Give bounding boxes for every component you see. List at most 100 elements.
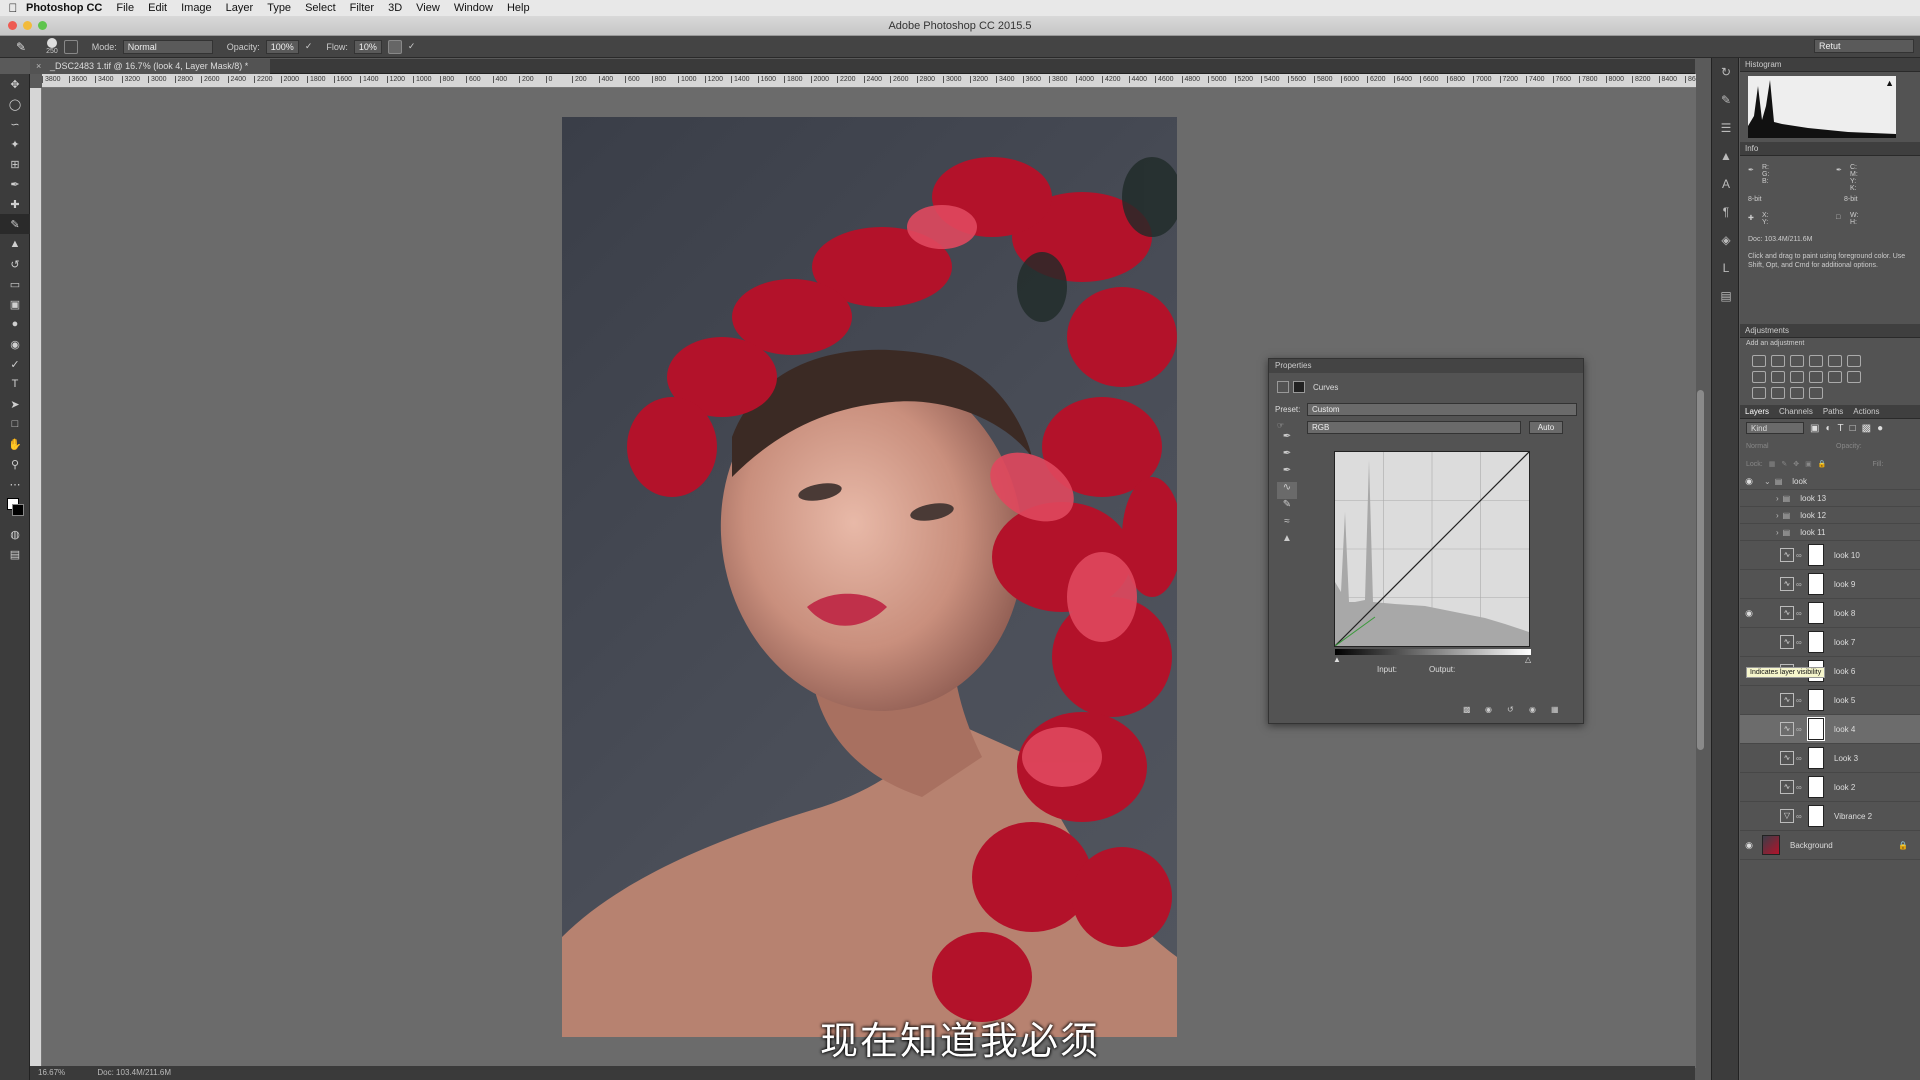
history-panel-icon[interactable]: ↻ xyxy=(1712,58,1740,86)
eraser-tool-icon[interactable]: ▭ xyxy=(0,274,30,294)
move-tool-icon[interactable]: ✥ xyxy=(0,74,30,94)
link-icon[interactable]: ∞ xyxy=(1796,754,1804,763)
clone-source-icon[interactable]: ▲ xyxy=(1712,142,1740,170)
auto-button[interactable]: Auto xyxy=(1529,421,1563,434)
hand-tool-icon[interactable]: ✋ xyxy=(0,434,30,454)
layer-row-look-7[interactable]: ∿ ∞ look 7 xyxy=(1740,628,1920,657)
visibility-eye-icon[interactable]: ◉ xyxy=(1740,476,1758,487)
tab-layers[interactable]: Layers xyxy=(1745,405,1769,418)
curves-adjustment-icon[interactable] xyxy=(1790,355,1804,367)
lock-all-icon[interactable]: 🔒 xyxy=(1818,460,1827,468)
layer-mask-thumbnail[interactable] xyxy=(1808,602,1824,624)
zoom-tool-icon[interactable]: ⚲ xyxy=(0,454,30,474)
link-icon[interactable]: ∞ xyxy=(1796,696,1804,705)
levels-icon[interactable] xyxy=(1771,355,1785,367)
menu-filter[interactable]: Filter xyxy=(350,2,374,14)
clipping-warning-icon[interactable]: ▲ xyxy=(1277,533,1297,550)
threshold-icon[interactable] xyxy=(1771,387,1785,399)
crop-tool-icon[interactable]: ⊞ xyxy=(0,154,30,174)
doc-size-info[interactable]: Doc: 103.4M/211.6M xyxy=(97,1068,171,1077)
tool-presets-icon[interactable]: ▤ xyxy=(1712,282,1740,310)
draw-curve-icon[interactable]: ✎ xyxy=(1277,499,1297,516)
close-window-icon[interactable] xyxy=(8,21,17,30)
color-lookup-icon[interactable] xyxy=(1828,371,1842,383)
app-name-menu[interactable]: Photoshop CC xyxy=(26,2,102,14)
menu-window[interactable]: Window xyxy=(454,2,493,14)
flow-field[interactable]: 10% xyxy=(353,39,382,54)
document-tab[interactable]: × _DSC2483 1.tif @ 16.7% (look 4, Layer … xyxy=(30,59,270,74)
posterize-icon[interactable] xyxy=(1752,387,1766,399)
brush-panel-toggle-icon[interactable] xyxy=(63,39,78,54)
layer-row-vibrance-2[interactable]: ▽ ∞ Vibrance 2 xyxy=(1740,802,1920,831)
filter-toggle-icon[interactable]: ● xyxy=(1877,423,1883,434)
toggle-visibility-icon[interactable]: ◉ xyxy=(1529,705,1536,714)
layer-row-look-2[interactable]: ∿ ∞ look 2 xyxy=(1740,773,1920,802)
pressure-size-icon[interactable]: ✓ xyxy=(408,41,416,52)
group-collapsed-icon[interactable]: › xyxy=(1776,528,1779,537)
lock-artboard-icon[interactable]: ▣ xyxy=(1805,460,1812,468)
layer-row-look-11[interactable]: › ▤ look 11 xyxy=(1740,524,1920,541)
hue-saturation-icon[interactable] xyxy=(1847,355,1861,367)
brightness-contrast-icon[interactable] xyxy=(1752,355,1766,367)
healing-brush-tool-icon[interactable]: ✚ xyxy=(0,194,30,214)
brush-preset-picker[interactable]: 250 xyxy=(46,38,58,55)
paragraph-panel-icon[interactable]: ¶ xyxy=(1712,198,1740,226)
link-icon[interactable]: ∞ xyxy=(1796,725,1804,734)
quick-mask-icon[interactable]: ◍ xyxy=(0,524,30,544)
white-point-eyedropper-icon[interactable]: ✒ xyxy=(1277,465,1297,482)
filter-adjustment-icon[interactable]: ◐ xyxy=(1825,423,1831,434)
visibility-eye-icon[interactable]: ◉ xyxy=(1740,840,1758,851)
info-panel-title[interactable]: Info xyxy=(1740,142,1920,156)
link-icon[interactable]: ∞ xyxy=(1796,609,1804,618)
filter-shape-icon[interactable]: □ xyxy=(1850,423,1856,434)
menu-help[interactable]: Help xyxy=(507,2,530,14)
blur-tool-icon[interactable]: ● xyxy=(0,314,30,334)
mask-icon[interactable] xyxy=(1293,381,1305,393)
layer-mask-thumbnail[interactable] xyxy=(1808,689,1824,711)
layer-row-background[interactable]: ◉ Background 🔒 xyxy=(1740,831,1920,860)
background-thumbnail[interactable] xyxy=(1762,835,1780,855)
layer-mask-thumbnail[interactable] xyxy=(1807,717,1825,741)
layer-mask-thumbnail[interactable] xyxy=(1808,776,1824,798)
minimize-window-icon[interactable] xyxy=(23,21,32,30)
history-brush-tool-icon[interactable]: ↺ xyxy=(0,254,30,274)
filter-pixel-icon[interactable]: ▣ xyxy=(1810,423,1819,434)
group-collapsed-icon[interactable]: › xyxy=(1776,494,1779,503)
zoom-level[interactable]: 16.67% xyxy=(38,1068,65,1077)
lock-pixels-icon[interactable]: ✎ xyxy=(1781,460,1787,468)
airbrush-icon[interactable] xyxy=(387,39,402,54)
vertical-scrollbar[interactable] xyxy=(1697,390,1704,750)
link-icon[interactable]: ∞ xyxy=(1796,783,1804,792)
layer-mask-thumbnail[interactable] xyxy=(1808,747,1824,769)
more-tools-icon[interactable]: ⋯ xyxy=(0,474,30,494)
view-previous-state-icon[interactable]: ◉ xyxy=(1485,705,1492,714)
layer-row-look-9[interactable]: ∿ ∞ look 9 xyxy=(1740,570,1920,599)
filter-type-icon[interactable]: T xyxy=(1838,423,1844,434)
dodge-tool-icon[interactable]: ◉ xyxy=(0,334,30,354)
rectangle-tool-icon[interactable]: □ xyxy=(0,414,30,434)
eyedropper-tool-icon[interactable]: ✒ xyxy=(0,174,30,194)
adjustments-panel-title[interactable]: Adjustments xyxy=(1740,324,1920,338)
layer-comps-icon[interactable]: L xyxy=(1712,254,1740,282)
color-swatches-icon[interactable] xyxy=(0,494,30,524)
gradient-map-icon[interactable] xyxy=(1790,387,1804,399)
layer-row-look-12[interactable]: › ▤ look 12 xyxy=(1740,507,1920,524)
zoom-window-icon[interactable] xyxy=(38,21,47,30)
layer-mask-thumbnail[interactable] xyxy=(1808,544,1824,566)
menu-view[interactable]: View xyxy=(416,2,440,14)
layer-row-look[interactable]: ◉ ⌄ ▤ look xyxy=(1740,473,1920,490)
mode-dropdown[interactable]: Normal xyxy=(122,39,213,54)
menu-type[interactable]: Type xyxy=(267,2,291,14)
layer-row-look-13[interactable]: › ▤ look 13 xyxy=(1740,490,1920,507)
channel-mixer-icon[interactable] xyxy=(1809,371,1823,383)
brush-tool-icon[interactable]: ✎ xyxy=(16,40,26,54)
histogram-warning-icon[interactable]: ▲ xyxy=(1885,78,1894,88)
lasso-tool-icon[interactable]: ∽ xyxy=(0,114,30,134)
gray-point-eyedropper-icon[interactable]: ✒ xyxy=(1277,448,1297,465)
edit-points-icon[interactable]: ∿ xyxy=(1277,482,1297,499)
black-point-slider[interactable]: ▲ xyxy=(1333,655,1341,664)
opacity-field[interactable]: 100% xyxy=(265,39,299,54)
glyphs-icon[interactable]: ◈ xyxy=(1712,226,1740,254)
pen-tool-icon[interactable]: ✓ xyxy=(0,354,30,374)
targeted-adjustment-icon[interactable]: ☞ xyxy=(1277,421,1284,430)
